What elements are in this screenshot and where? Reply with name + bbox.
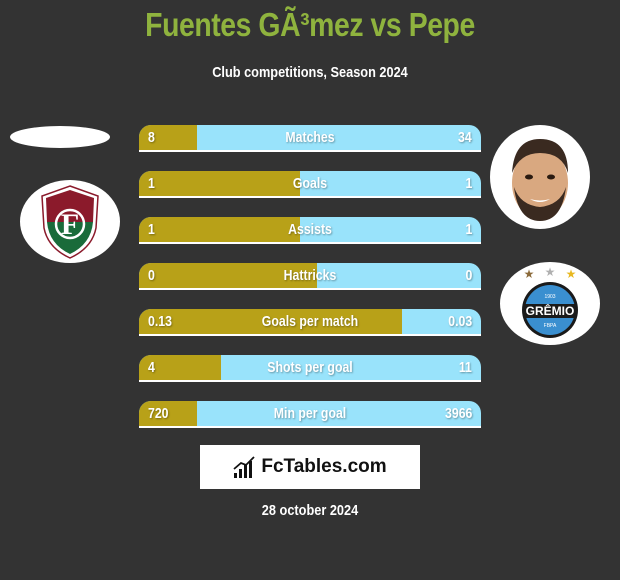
fctables-logo[interactable]: FcTables.com [200,445,420,489]
left-value: 0.13 [148,313,172,330]
stat-label: Hattricks [283,267,337,284]
left-value: 8 [148,129,155,146]
page-title: Fuentes GÃ³mez vs Pepe [145,6,475,43]
left-value: 1 [148,175,155,192]
competition-subtitle: Club competitions, Season 2024 [212,64,408,81]
stat-label: Matches [285,129,335,146]
gremio-crest-icon: ★ ★ ★ GRÊMIO 1903 FBPA [522,265,578,338]
stat-label: Goals [292,175,328,192]
bar-chart-icon [233,456,255,478]
left-player-photo-placeholder [10,126,110,148]
svg-text:★: ★ [524,267,535,281]
svg-text:★: ★ [566,267,577,281]
stat-row-shots-per-goal: 4 Shots per goal 11 [139,355,481,382]
brand-name: FcTables.com [261,456,387,477]
svg-text:GRÊMIO: GRÊMIO [526,303,575,318]
svg-text:★: ★ [545,265,556,279]
right-value: 3966 [444,405,472,422]
right-value: 11 [458,359,472,376]
stat-row-min-per-goal: 720 Min per goal 3966 [139,401,481,428]
stat-row-goals-per-match: 0.13 Goals per match 0.03 [139,309,481,336]
stat-label: Min per goal [273,405,347,422]
stat-row-assists: 1 Assists 1 [139,217,481,244]
left-club-logo: F [20,180,120,263]
stat-label: Goals per match [261,313,359,330]
stat-row-hattricks: 0 Hattricks 0 [139,263,481,290]
left-value: 1 [148,221,155,238]
stat-row-matches: 8 Matches 34 [139,125,481,152]
left-value: 720 [148,405,169,422]
report-date: 28 october 2024 [261,502,359,519]
left-value: 0 [148,267,155,284]
fluminense-crest-icon: F [41,184,99,259]
right-value: 0 [465,267,472,284]
right-club-logo: ★ ★ ★ GRÊMIO 1903 FBPA [500,262,600,345]
right-value: 1 [465,175,472,192]
svg-text:FBPA: FBPA [544,323,557,329]
stat-label: Shots per goal [267,359,353,376]
right-value: 1 [465,221,472,238]
right-player-photo [490,125,590,229]
right-value: 0.03 [448,313,472,330]
stat-row-goals: 1 Goals 1 [139,171,481,198]
left-value: 4 [148,359,155,376]
right-value: 34 [458,129,472,146]
svg-text:1903: 1903 [544,294,555,300]
stat-label: Assists [288,221,332,238]
player-face-icon [512,139,568,221]
